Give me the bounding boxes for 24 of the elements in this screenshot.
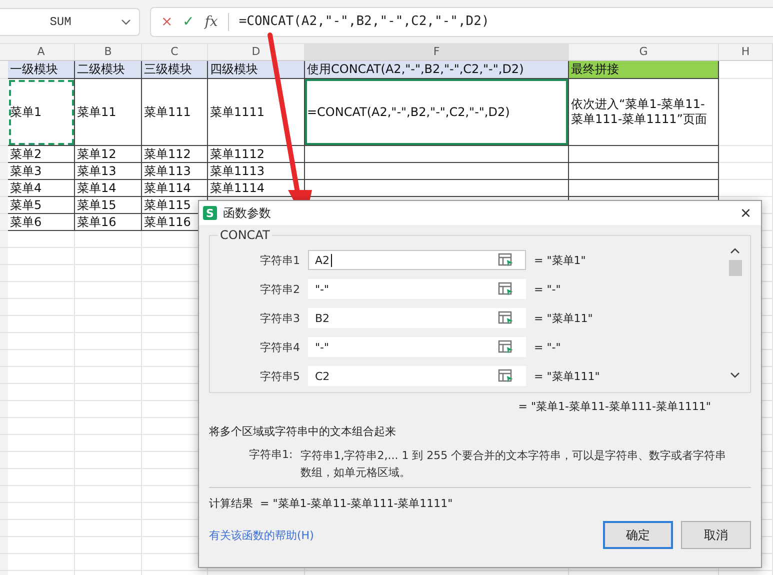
parameter-label: 字符串1: bbox=[249, 447, 293, 463]
app-logo: S bbox=[203, 206, 217, 220]
parameter-description: 字符串1,字符串2,... 1 到 255 个要合并的文本字符串，可以是字符串、数字或者字符串数组，如单元格区域。 bbox=[300, 448, 728, 481]
argument-result: = "菜单11" bbox=[534, 310, 593, 326]
dialog-title: 函数参数 bbox=[223, 204, 272, 222]
argument-label: 字符串5 bbox=[259, 368, 301, 384]
argument-result: = "-" bbox=[534, 340, 561, 354]
header-cell: 四级模块 bbox=[208, 61, 305, 79]
argument-label: 字符串4 bbox=[259, 340, 301, 354]
argument-label: 字符串2 bbox=[259, 282, 301, 296]
formula-result: = "菜单1-菜单11-菜单111-菜单1111" bbox=[518, 399, 711, 414]
header-cell: 一级模块 bbox=[8, 61, 75, 79]
header-cell: 二级模块 bbox=[75, 61, 142, 79]
function-name: CONCAT bbox=[218, 228, 272, 242]
header-cell: 三级模块 bbox=[142, 61, 208, 79]
function-description: 将多个区域或字符串中的文本组合起来 bbox=[209, 424, 396, 439]
argument-label: 字符串1 bbox=[259, 252, 301, 268]
header-cell: 使用CONCAT(A2,"-",B2,"-",C2,"-",D2) bbox=[305, 61, 569, 79]
argument-label: 字符串3 bbox=[259, 310, 301, 326]
argument-result: = "菜单111" bbox=[534, 368, 600, 384]
argument-result: = "-" bbox=[534, 282, 561, 296]
calculation-result: 计算结果 = "菜单1-菜单11-菜单111-菜单1111" bbox=[209, 496, 453, 511]
argument-result: = "菜单1" bbox=[534, 252, 586, 268]
header-cell: 最终拼接 bbox=[569, 61, 719, 79]
